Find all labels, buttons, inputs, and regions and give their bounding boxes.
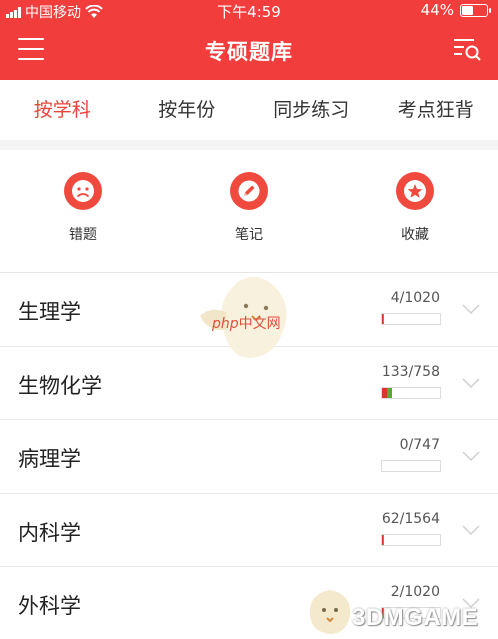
wrong-questions-label: 错题 <box>69 227 97 243</box>
subject-progress-text: 133/758 <box>381 363 440 380</box>
status-right: 44% <box>420 1 491 19</box>
favorites-button[interactable]: 收藏 <box>332 150 498 272</box>
pencil-icon <box>230 172 268 210</box>
tab-by-subject[interactable]: 按学科 <box>0 80 125 140</box>
subject-name: 病理学 <box>18 447 81 471</box>
progress-fill <box>382 387 393 398</box>
status-bar: 中国移动 下午4:59 44% <box>0 0 498 22</box>
progress-fill <box>382 534 385 545</box>
subject-list: 生理学 4/1020 生物化学 133/758 病理学 0/747 内科学 62… <box>0 273 498 639</box>
chevron-down-icon[interactable] <box>462 303 480 315</box>
notes-label: 笔记 <box>235 227 263 243</box>
wrong-questions-button[interactable]: 错题 <box>0 150 166 272</box>
list-item[interactable]: 生物化学 133/758 <box>0 347 498 420</box>
page-title: 专硕题库 <box>205 40 293 64</box>
subject-progress-text: 0/747 <box>399 437 440 453</box>
subject-progress-text: 62/1564 <box>381 510 440 527</box>
progress-bar <box>381 460 441 472</box>
subject-name: 内科学 <box>18 520 81 545</box>
subject-progress-text: 4/1020 <box>390 290 440 306</box>
list-item[interactable]: 病理学 0/747 <box>0 420 498 494</box>
chevron-down-icon[interactable] <box>462 597 480 609</box>
list-item[interactable]: 内科学 62/1564 <box>0 494 498 567</box>
chevron-down-icon[interactable] <box>462 450 480 462</box>
app-header: 中国移动 下午4:59 44% 专硕题库 <box>0 0 498 80</box>
battery-icon <box>460 3 491 17</box>
tab-by-year[interactable]: 按年份 <box>125 80 250 140</box>
progress-fill <box>382 608 384 618</box>
favorites-label: 收藏 <box>401 227 429 243</box>
subject-progress-text: 2/1020 <box>390 584 440 600</box>
tab-key-points[interactable]: 考点狂背 <box>374 80 498 140</box>
sad-face-icon <box>64 172 102 210</box>
chevron-down-icon[interactable] <box>462 524 480 536</box>
progress-fill <box>382 314 384 324</box>
subject-name: 外科学 <box>18 594 81 618</box>
progress-bar <box>381 313 441 325</box>
notes-button[interactable]: 笔记 <box>166 150 332 272</box>
list-search-icon[interactable] <box>452 36 482 62</box>
progress-bar <box>381 386 441 399</box>
progress-bar <box>381 533 441 546</box>
subject-name: 生理学 <box>18 300 81 324</box>
progress-bar <box>381 607 441 619</box>
battery-percent: 44% <box>420 1 454 19</box>
tab-sync-practice[interactable]: 同步练习 <box>249 80 374 140</box>
subject-name: 生物化学 <box>18 373 102 398</box>
section-divider <box>0 140 498 150</box>
list-item[interactable]: 生理学 4/1020 <box>0 273 498 347</box>
chevron-down-icon[interactable] <box>462 377 480 389</box>
list-item[interactable]: 外科学 2/1020 <box>0 567 498 639</box>
star-icon <box>396 172 434 210</box>
subject-tabs: 按学科 按年份 同步练习 考点狂背 <box>0 80 498 140</box>
quick-actions: 错题 笔记 收藏 <box>0 150 498 272</box>
